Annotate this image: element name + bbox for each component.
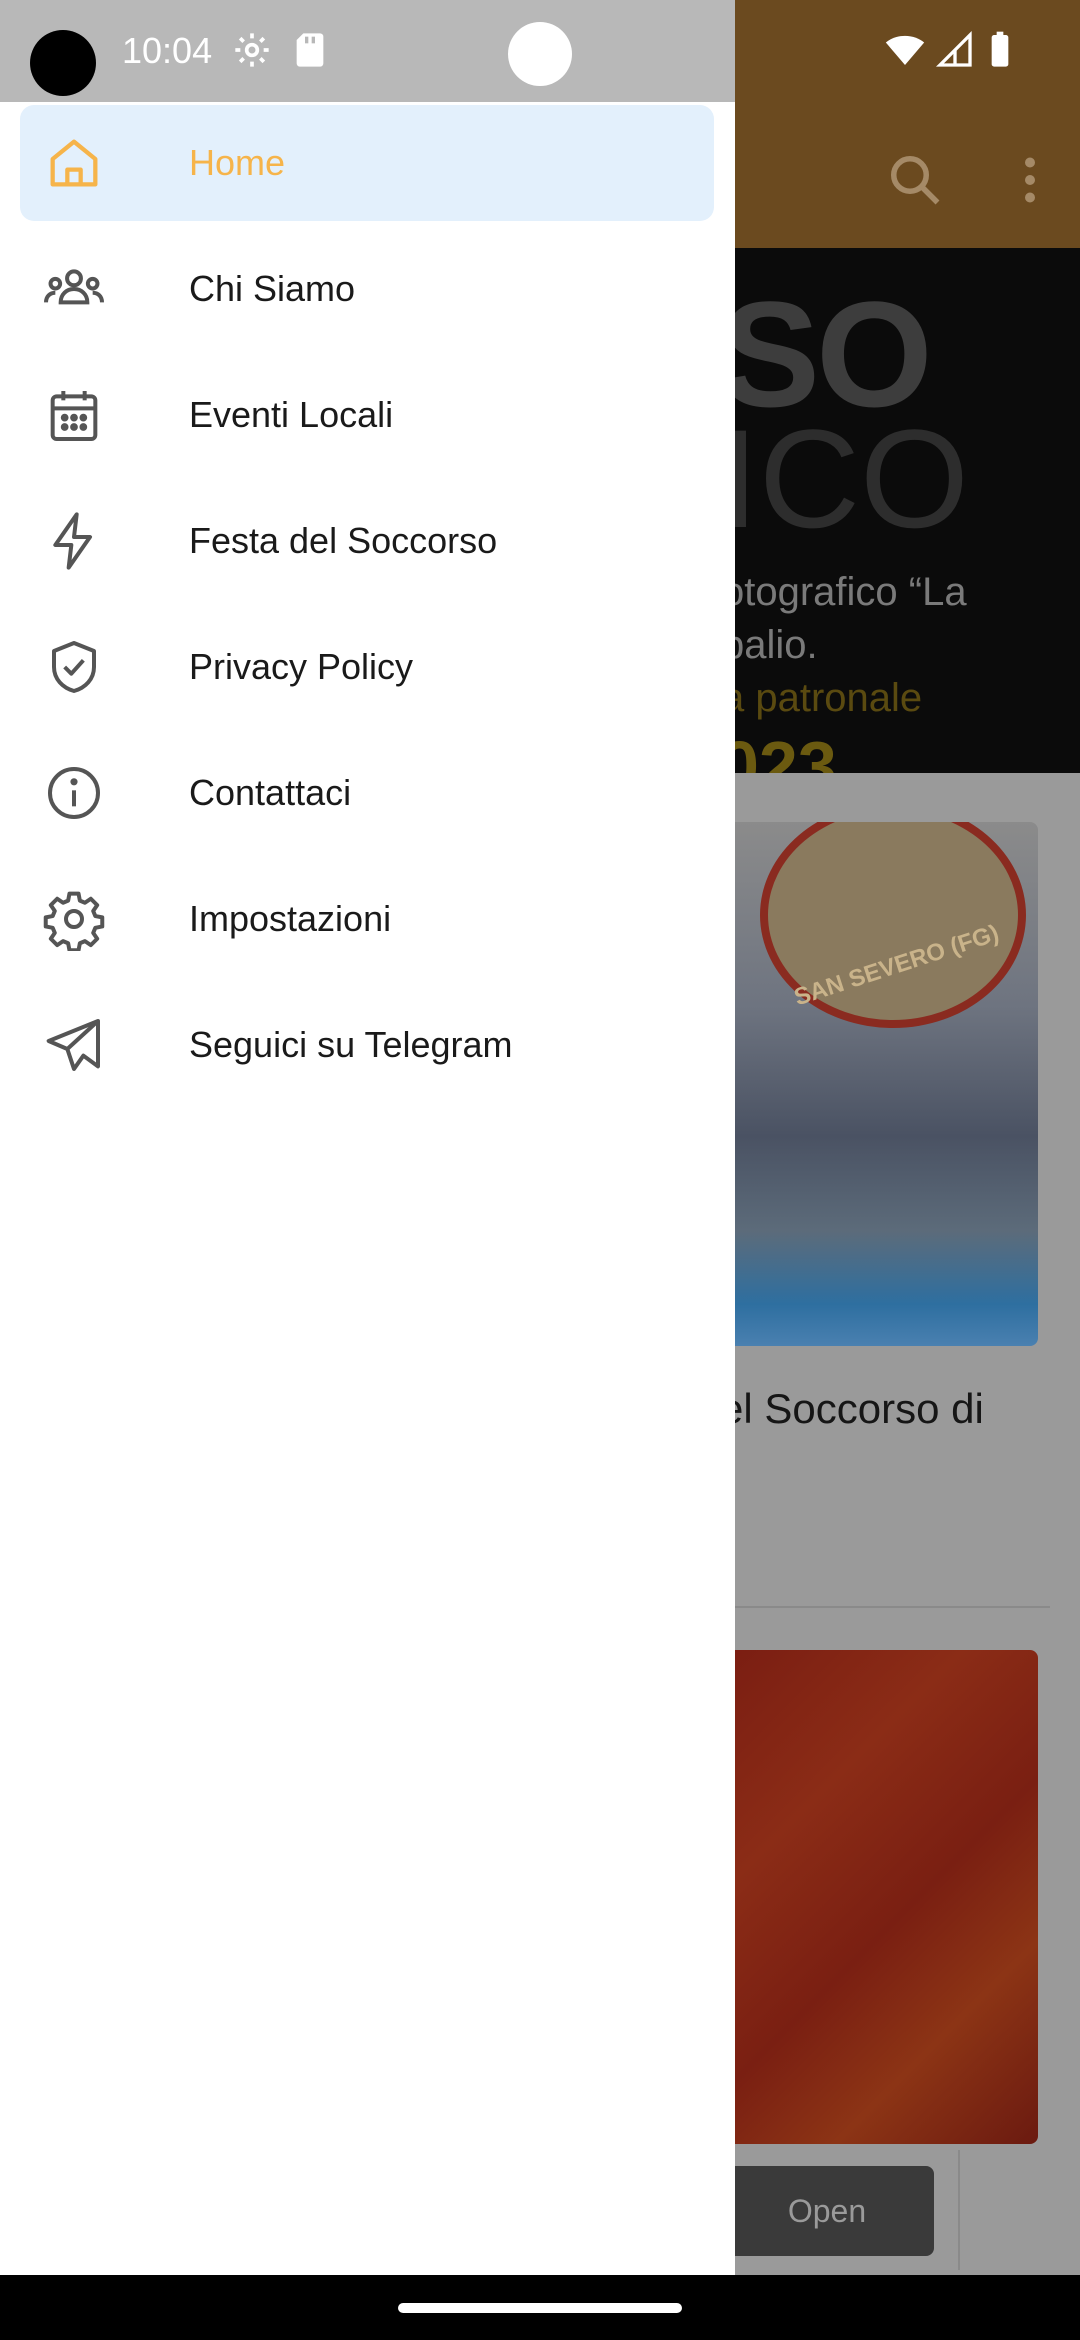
wifi-icon [885,30,925,70]
shield-check-icon [42,635,106,699]
hero-year: 023 [720,727,837,773]
nav-item-label: Contattaci [189,772,352,813]
hero-line-2: palio. [722,623,818,667]
article-title: el Soccorso di [720,1385,984,1432]
status-bar: 10:04 [0,0,735,102]
nav-item-label: Impostazioni [189,898,392,939]
home-indicator[interactable] [398,2303,682,2313]
battery-icon [980,30,1020,70]
hero-line-3: a patronale [722,676,923,720]
nav-item-impostazioni[interactable]: Impostazioni [20,861,714,977]
info-icon [42,761,106,825]
status-time: 10:04 [122,30,213,71]
home-icon [42,131,106,195]
calendar-icon [42,383,106,447]
nav-item-privacy-policy[interactable]: Privacy Policy [20,609,714,725]
nav-item-seguici-su-telegram[interactable]: Seguici su Telegram [20,987,714,1103]
article-image-2 [720,1650,1038,2144]
signal-icon [935,30,975,70]
overflow-menu-icon [1000,150,1060,210]
nav-item-label: Seguici su Telegram [189,1024,513,1065]
nav-item-chi-siamo[interactable]: Chi Siamo [20,231,714,347]
search-icon [885,150,945,210]
status-bar-right [735,0,1080,102]
settings-status-icon [232,30,272,70]
nav-item-home[interactable]: Home [20,105,714,221]
nav-item-label: Festa del Soccorso [189,520,498,561]
people-icon [42,257,106,321]
nav-item-eventi-locali[interactable]: Eventi Locali [20,357,714,473]
lightning-icon [42,509,106,573]
divider [958,2150,960,2270]
camera-cutout [30,30,96,96]
navigation-drawer: Home Chi Siamo Eventi Locali Festa del S… [0,102,735,2275]
nav-item-label: Eventi Locali [189,394,394,435]
nav-item-label: Privacy Policy [189,646,414,687]
telegram-icon [42,1013,106,1077]
notification-dot [508,22,572,86]
nav-item-label: Chi Siamo [189,268,356,309]
open-button: Open [720,2166,934,2256]
gear-icon [42,887,106,953]
hero-line-1: otografico “La [722,570,967,614]
nav-item-label: Home [189,142,286,183]
article-image-1: SAN SEVERO (FG) [720,822,1038,1346]
sd-card-icon [290,30,330,70]
hero-big-text-2: ICO [720,400,969,557]
nav-item-festa-del-soccorso[interactable]: Festa del Soccorso [20,483,714,599]
divider [720,1606,1050,1608]
nav-item-contattaci[interactable]: Contattaci [20,735,714,851]
